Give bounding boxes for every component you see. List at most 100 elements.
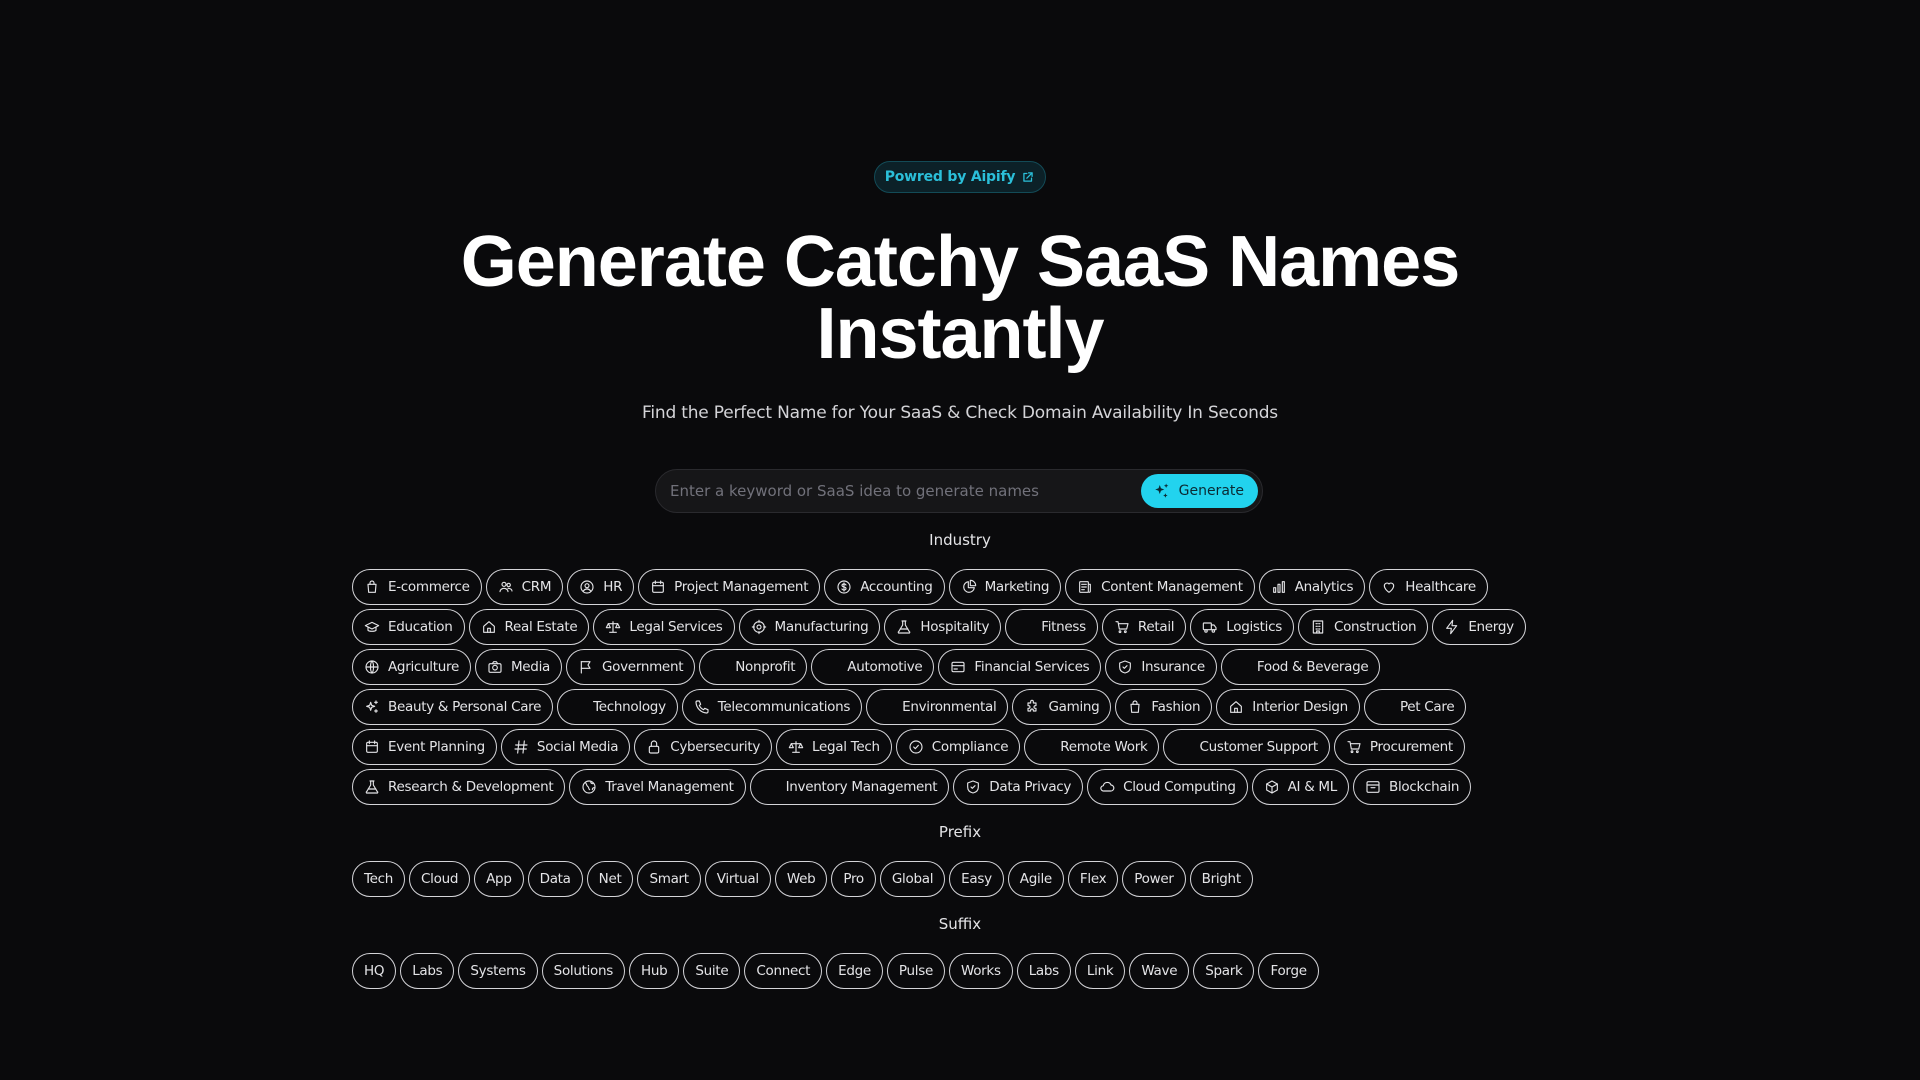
industry-chip[interactable]: AI & ML (1251, 769, 1350, 805)
industry-chip-label: Social Media (536, 739, 619, 755)
industry-chip[interactable]: Accounting (824, 569, 945, 605)
prefix-chip[interactable]: Virtual (704, 861, 771, 897)
industry-chip[interactable]: Interior Design (1216, 689, 1360, 725)
industry-chip[interactable]: Manufacturing (738, 609, 881, 645)
industry-chip[interactable]: Remote Work (1024, 729, 1160, 765)
industry-chip[interactable]: Automotive (811, 649, 935, 685)
suffix-chip[interactable]: Forge (1258, 953, 1319, 989)
industry-chip-label: Financial Services (974, 659, 1090, 675)
industry-chip[interactable]: Project Management (638, 569, 821, 605)
industry-chip-label: Nonprofit (735, 659, 796, 675)
industry-chip[interactable]: Legal Tech (776, 729, 892, 765)
suffix-chip[interactable]: Pulse (886, 953, 945, 989)
industry-chip[interactable]: Marketing (948, 569, 1062, 605)
industry-chip[interactable]: CRM (485, 569, 564, 605)
industry-chip[interactable]: Research & Development (352, 769, 566, 805)
prefix-chip[interactable]: Flex (1067, 861, 1119, 897)
industry-chip[interactable]: Inventory Management (749, 769, 950, 805)
industry-chip[interactable]: Social Media (500, 729, 631, 765)
prefix-chip[interactable]: Bright (1189, 861, 1253, 897)
industry-chip[interactable]: Energy (1432, 609, 1526, 645)
prefix-chip[interactable]: Global (879, 861, 946, 897)
industry-chip[interactable]: Fitness (1005, 609, 1098, 645)
prefix-chip-label: Cloud (421, 871, 459, 887)
heart-icon (1381, 579, 1397, 595)
industry-chip[interactable]: Data Privacy (953, 769, 1084, 805)
graduation-cap-icon (364, 619, 380, 635)
suffix-chip[interactable]: Solutions (541, 953, 626, 989)
industry-chip[interactable]: Insurance (1105, 649, 1217, 685)
industry-chip[interactable]: Procurement (1333, 729, 1465, 765)
industry-chip-label: Energy (1468, 619, 1514, 635)
phone-icon (694, 699, 710, 715)
industry-chip[interactable]: Fashion (1115, 689, 1213, 725)
prefix-chip[interactable]: Cloud (409, 861, 471, 897)
suffix-chip[interactable]: Suite (683, 953, 741, 989)
building-icon (1310, 619, 1326, 635)
industry-chip[interactable]: Environmental (866, 689, 1009, 725)
keyword-input[interactable] (670, 482, 1141, 500)
prefix-chip[interactable]: Easy (949, 861, 1004, 897)
industry-chip[interactable]: Gaming (1012, 689, 1112, 725)
industry-chip-label: Project Management (674, 579, 809, 595)
powered-by-badge[interactable]: Powred by Aipify (873, 161, 1047, 193)
industry-chip[interactable]: Blockchain (1353, 769, 1472, 805)
suffix-chip[interactable]: Hub (629, 953, 680, 989)
suffix-chip[interactable]: HQ (352, 953, 397, 989)
industry-chip[interactable]: Hospitality (884, 609, 1002, 645)
industry-chip[interactable]: HR (567, 569, 635, 605)
suffix-chip[interactable]: Works (948, 953, 1013, 989)
prefix-chip[interactable]: Pro (831, 861, 876, 897)
prefix-chip[interactable]: Web (774, 861, 828, 897)
suffix-chip[interactable]: Edge (826, 953, 883, 989)
suffix-chip[interactable]: Systems (458, 953, 538, 989)
industry-chip[interactable]: Telecommunications (681, 689, 863, 725)
suffix-chip[interactable]: Connect (744, 953, 823, 989)
page-title: Generate Catchy SaaS Names Instantly (0, 226, 1920, 370)
prefix-chip[interactable]: App (474, 861, 524, 897)
industry-chip[interactable]: Financial Services (938, 649, 1102, 685)
industry-chip[interactable]: Government (566, 649, 696, 685)
industry-chip[interactable]: Real Estate (468, 609, 590, 645)
industry-chip[interactable]: Nonprofit (699, 649, 808, 685)
industry-chip[interactable]: Event Planning (352, 729, 497, 765)
suffix-chip[interactable]: Labs (400, 953, 455, 989)
industry-chip[interactable]: Customer Support (1163, 729, 1330, 765)
industry-chip[interactable]: Content Management (1065, 569, 1255, 605)
industry-chip[interactable]: Media (474, 649, 562, 685)
suffix-chip[interactable]: Wave (1129, 953, 1190, 989)
industry-chip[interactable]: Retail (1101, 609, 1187, 645)
suffix-chip-label: Wave (1141, 963, 1178, 979)
industry-chip[interactable]: Logistics (1190, 609, 1294, 645)
generate-button[interactable]: Generate (1140, 474, 1258, 508)
industry-chip[interactable]: Education (352, 609, 465, 645)
industry-chip[interactable]: Cybersecurity (634, 729, 773, 765)
prefix-chip[interactable]: Power (1122, 861, 1186, 897)
industry-chip-label: E-commerce (388, 579, 470, 595)
prefix-chip[interactable]: Tech (352, 861, 406, 897)
industry-chip[interactable]: Cloud Computing (1087, 769, 1248, 805)
industry-chip[interactable]: Agriculture (352, 649, 471, 685)
suffix-chip[interactable]: Spark (1193, 953, 1255, 989)
industry-chip[interactable]: E-commerce (352, 569, 482, 605)
industry-chip-label: Pet Care (1399, 699, 1455, 715)
industry-chip[interactable]: Compliance (895, 729, 1021, 765)
industry-chip-label: HR (603, 579, 623, 595)
prefix-chip[interactable]: Agile (1007, 861, 1064, 897)
industry-chip[interactable]: Technology (557, 689, 678, 725)
industry-chip[interactable]: Legal Services (593, 609, 735, 645)
industry-chip[interactable]: Construction (1297, 609, 1429, 645)
industry-chip[interactable]: Food & Beverage (1220, 649, 1381, 685)
industry-chip[interactable]: Travel Management (569, 769, 746, 805)
prefix-chip[interactable]: Smart (637, 861, 701, 897)
suffix-chip[interactable]: Link (1074, 953, 1126, 989)
prefix-chip[interactable]: Net (586, 861, 634, 897)
industry-chip[interactable]: Healthcare (1369, 569, 1488, 605)
industry-chip[interactable]: Pet Care (1363, 689, 1467, 725)
industry-chip-label: Education (388, 619, 453, 635)
industry-chip[interactable]: Analytics (1258, 569, 1366, 605)
prefix-chip[interactable]: Data (527, 861, 583, 897)
bar-chart-icon (1271, 579, 1287, 595)
industry-chip[interactable]: Beauty & Personal Care (352, 689, 554, 725)
suffix-chip[interactable]: Labs (1016, 953, 1071, 989)
